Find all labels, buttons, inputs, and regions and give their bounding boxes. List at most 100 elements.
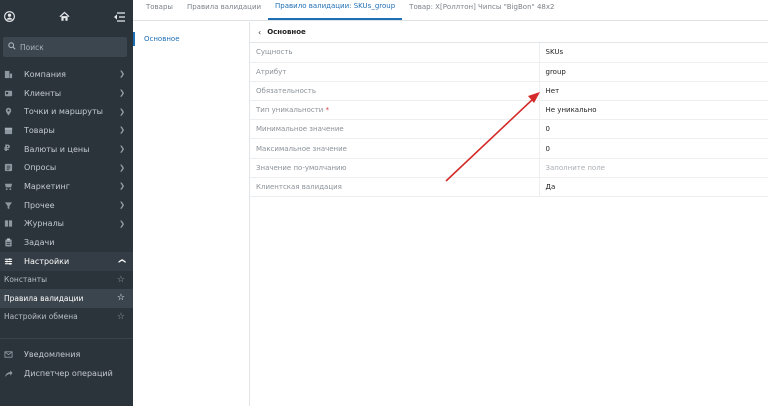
tab-bar: Товары Правила валидации Правило валидац…: [133, 0, 768, 21]
table-row: Значение по-умолчанию Заполните поле: [250, 158, 768, 178]
field-label: Атрибут: [250, 62, 540, 82]
sidebar-nav: Компания ❯ Клиенты ❯ Точки и маршруты ❯ …: [0, 65, 133, 326]
tab-validation-rules[interactable]: Правила валидации: [180, 0, 268, 20]
star-icon[interactable]: ☆: [117, 312, 125, 322]
user-icon[interactable]: [4, 11, 15, 22]
field-label: Значение по-умолчанию: [250, 158, 540, 178]
group-header[interactable]: ‹ Основное: [250, 22, 768, 43]
sidebar-subitem-exchange-settings[interactable]: Настройки обмена ☆: [0, 308, 133, 327]
envelope-icon: [4, 350, 18, 359]
field-label: Тип уникальности: [256, 106, 324, 115]
sidebar-item-other[interactable]: Прочее ❯: [0, 196, 133, 215]
sidebar-item-points-routes[interactable]: Точки и маршруты ❯: [0, 102, 133, 121]
search-input[interactable]: [20, 42, 120, 52]
field-label: Сущность: [250, 43, 540, 63]
table-row: Сущность SKUs: [250, 43, 768, 63]
table-row: Обязательность Нет: [250, 81, 768, 102]
home-icon[interactable]: [59, 11, 70, 22]
field-label: Обязательность: [250, 81, 540, 102]
sidebar-item-label: Товары: [24, 125, 55, 135]
sidebar-topbar: [0, 0, 133, 33]
sidebar-subitem-constants[interactable]: Константы ☆: [0, 271, 133, 290]
chevron-down-icon: ❯: [119, 70, 125, 79]
field-value-max[interactable]: 0: [539, 138, 768, 159]
chevron-down-icon: ❯: [119, 219, 125, 228]
sidebar-item-label: Прочее: [24, 200, 55, 210]
sidebar-item-settings[interactable]: Настройки ❯: [0, 251, 133, 271]
chevron-left-icon[interactable]: ‹: [258, 28, 261, 37]
marketing-icon: [4, 182, 18, 191]
sidebar-item-label: Валюты и цены: [24, 144, 90, 154]
tab-goods[interactable]: Товары: [139, 0, 180, 20]
section-main[interactable]: Основное: [133, 32, 249, 46]
sidebar-item-label: Клиенты: [24, 88, 62, 98]
chevron-down-icon: ❯: [119, 182, 125, 191]
sidebar-item-label: Опросы: [24, 163, 57, 173]
sidebar-subitem-label: Настройки обмена: [4, 312, 78, 322]
filter-icon: [4, 201, 18, 210]
sidebar-item-notifications[interactable]: Уведомления: [0, 345, 133, 364]
sidebar-item-label: Уведомления: [24, 349, 81, 359]
sidebar-item-label: Журналы: [24, 219, 64, 229]
survey-icon: [4, 163, 18, 172]
field-value-min[interactable]: 0: [539, 119, 768, 140]
sidebar-search[interactable]: [3, 37, 127, 57]
sidebar-item-label: Маркетинг: [24, 181, 70, 191]
field-value-uniqueness-type[interactable]: Не уникально: [539, 100, 768, 121]
sidebar-item-currencies-prices[interactable]: ₽ Валюты и цены ❯: [0, 140, 133, 159]
star-icon[interactable]: ☆: [117, 275, 125, 285]
section-menu: Основное: [133, 22, 250, 406]
sidebar: Компания ❯ Клиенты ❯ Точки и маршруты ❯ …: [0, 0, 133, 406]
star-icon[interactable]: ☆: [117, 293, 125, 303]
chevron-up-icon: ❯: [118, 258, 127, 265]
chevron-down-icon: ❯: [119, 107, 125, 116]
table-row: Атрибут group: [250, 62, 768, 82]
sidebar-item-surveys[interactable]: Опросы ❯: [0, 158, 133, 177]
ruble-icon: ₽: [4, 144, 11, 155]
fields-table: Сущность SKUs Атрибут group Обязательнос…: [250, 43, 768, 198]
table-row: Минимальное значение 0: [250, 119, 768, 140]
sidebar-subitem-label: Константы: [4, 275, 48, 285]
sidebar-subitem-label: Правила валидации: [4, 293, 84, 303]
sliders-icon: [4, 257, 18, 266]
sidebar-item-goods[interactable]: Товары ❯: [0, 121, 133, 140]
chevron-down-icon: ❯: [119, 89, 125, 98]
sidebar-item-clients[interactable]: Клиенты ❯: [0, 84, 133, 103]
chevron-down-icon: ❯: [119, 201, 125, 210]
field-value-default[interactable]: Заполните поле: [539, 158, 768, 178]
chevron-down-icon: ❯: [119, 145, 125, 154]
field-label-with-required: Тип уникальности *: [250, 100, 540, 121]
share-icon: [4, 369, 18, 378]
field-label: Максимальное значение: [250, 138, 540, 159]
field-value-mandatory[interactable]: Нет: [539, 81, 768, 102]
sidebar-subitem-validation-rules[interactable]: Правила валидации ☆: [0, 289, 133, 308]
field-value-entity[interactable]: SKUs: [539, 43, 768, 63]
required-mark: *: [325, 106, 330, 115]
sidebar-item-label: Точки и маршруты: [24, 107, 103, 117]
table-row: Тип уникальности * Не уникально: [250, 100, 768, 121]
group-title: Основное: [267, 28, 306, 36]
chevron-down-icon: ❯: [119, 163, 125, 172]
journal-icon: [4, 219, 18, 228]
sidebar-item-operations-dispatcher[interactable]: Диспетчер операций: [0, 364, 133, 383]
field-label: Клиентская валидация: [250, 177, 540, 198]
sidebar-item-label: Задачи: [24, 238, 55, 248]
sidebar-item-company[interactable]: Компания ❯: [0, 65, 133, 84]
sidebar-item-marketing[interactable]: Маркетинг ❯: [0, 177, 133, 196]
box-icon: [4, 126, 18, 135]
field-value-client-validation[interactable]: Да: [539, 177, 768, 198]
tab-product-chips[interactable]: Товар: Х[Роллтон] Чипсы "BigBon" 48x2: [402, 0, 561, 20]
sidebar-item-label: Диспетчер операций: [24, 368, 113, 378]
field-value-attribute[interactable]: group: [539, 62, 768, 82]
field-label: Минимальное значение: [250, 119, 540, 140]
collapse-menu-icon[interactable]: [113, 11, 125, 22]
sidebar-item-label: Компания: [24, 69, 66, 79]
sidebar-item-label: Настройки: [24, 256, 70, 266]
table-row: Максимальное значение 0: [250, 138, 768, 159]
sidebar-item-journals[interactable]: Журналы ❯: [0, 215, 133, 234]
map-pin-icon: [4, 107, 18, 116]
clients-icon: [4, 89, 18, 98]
form-panel: ‹ Основное Сущность SKUs Атрибут group О…: [250, 22, 768, 406]
sidebar-item-tasks[interactable]: Задачи: [0, 233, 133, 252]
tab-validation-rule-skus-group[interactable]: Правило валидации: SKUs_group: [268, 0, 403, 20]
